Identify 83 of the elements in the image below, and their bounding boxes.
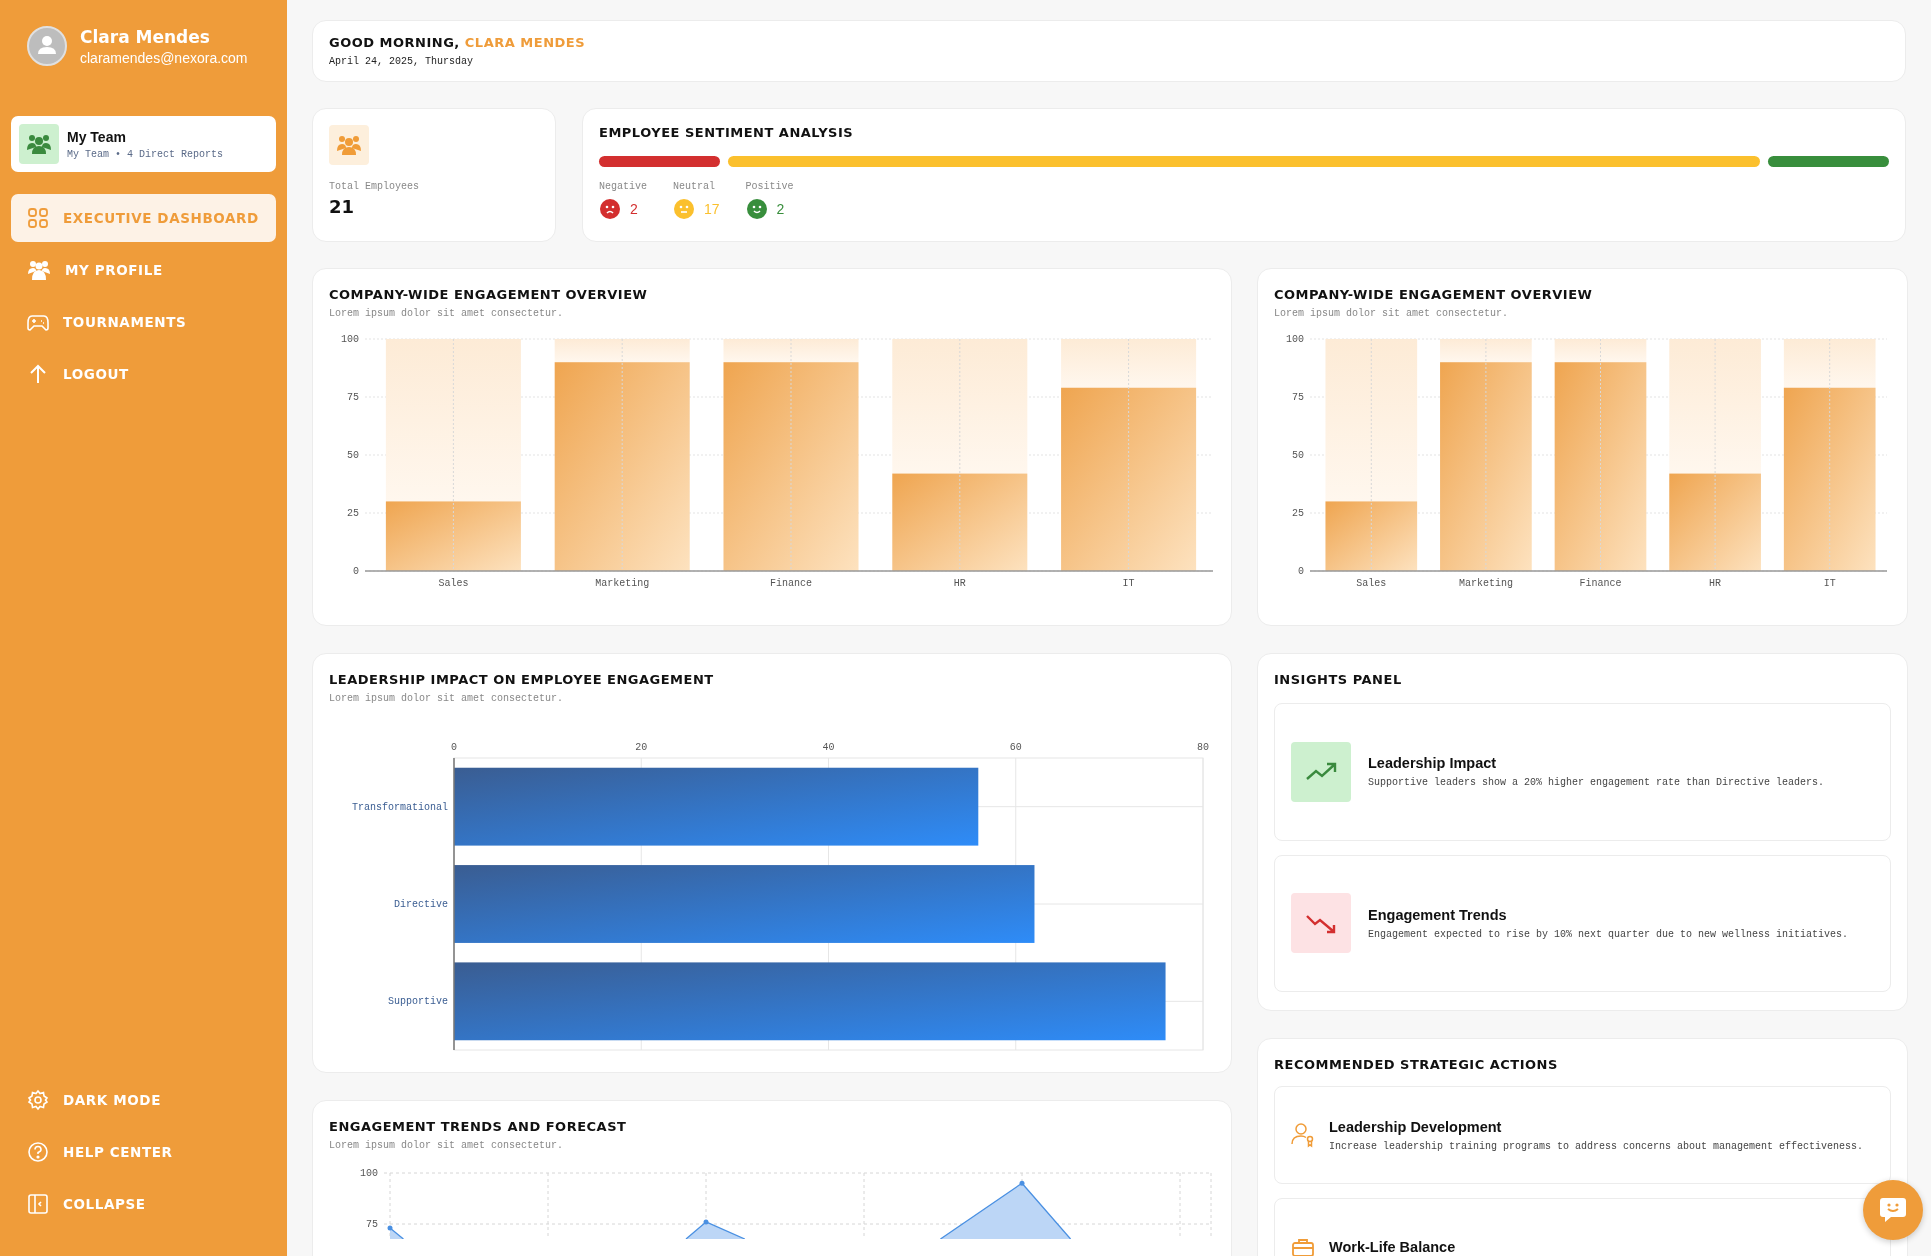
- nav-item[interactable]: LOGOUT: [11, 350, 276, 398]
- user-email: claramendes@nexora.com: [80, 49, 248, 66]
- axis-label: Sales: [1356, 578, 1387, 589]
- legend-label: Negative: [599, 181, 647, 192]
- card-title: ENGAGEMENT TRENDS AND FORECAST: [329, 1119, 628, 1134]
- axis-label: Sales: [438, 578, 469, 589]
- legend-count: 2: [776, 201, 785, 217]
- team-title: My Team: [67, 128, 127, 145]
- axis-label: 0: [1298, 566, 1304, 577]
- axis-label: 0: [353, 566, 359, 577]
- legend-label: Neutral: [673, 181, 717, 192]
- briefcase-icon: [1291, 1237, 1315, 1256]
- axis-label: Marketing: [1458, 578, 1513, 589]
- grid-icon: [27, 207, 49, 229]
- axis-label: 75: [366, 1219, 378, 1230]
- insight-text: Engagement expected to rise by 10% next quarter due to new wellness initiatives.: [1368, 928, 1849, 940]
- axis-label: 20: [635, 742, 648, 753]
- axis-label: Marketing: [595, 578, 650, 589]
- axis-label: 75: [1292, 392, 1304, 403]
- axis-label: Supportive: [388, 996, 448, 1008]
- axis-label: 80: [1197, 742, 1209, 753]
- nav-item[interactable]: TOURNAMENTS: [11, 298, 276, 346]
- people-icon: [27, 259, 51, 281]
- axis-label: IT: [1823, 578, 1836, 589]
- axis-label: 25: [347, 508, 359, 519]
- axis-label: Directive: [394, 899, 448, 910]
- axis-label: 50: [347, 450, 359, 461]
- insight-title: Leadership Impact: [1368, 755, 1498, 772]
- axis-label: 0: [451, 742, 457, 753]
- action-title: Leadership Development: [1329, 1118, 1503, 1135]
- card-title: INSIGHTS PANEL: [1274, 672, 1403, 687]
- axis-label: 40: [822, 742, 835, 753]
- axis-label: 100: [360, 1168, 378, 1179]
- team-subtitle: My Team • 4 Direct Reports: [67, 148, 224, 160]
- card-title: COMPANY-WIDE ENGAGEMENT OVERVIEW: [1274, 287, 1594, 302]
- nav-item[interactable]: HELP CENTER: [11, 1128, 276, 1176]
- legend-label: Positive: [745, 181, 794, 192]
- axis-label: 75: [347, 392, 359, 403]
- trend-up-icon: [1291, 741, 1351, 802]
- chat-icon: [1877, 1195, 1909, 1225]
- action-title: Work-Life Balance: [1329, 1239, 1456, 1255]
- card-subtitle: Lorem ipsum dolor sit amet consectetur.: [329, 308, 565, 319]
- axis-label: 100: [341, 334, 359, 345]
- settings-icon: [27, 1089, 49, 1111]
- axis-label: Finance: [770, 578, 812, 589]
- team-card[interactable]: My Team My Team • 4 Direct Reports: [11, 116, 276, 172]
- insight-title: Engagement Trends: [1368, 906, 1508, 923]
- card-subtitle: Lorem ipsum dolor sit amet consectetur.: [329, 1140, 565, 1151]
- card-title: EMPLOYEE SENTIMENT ANALYSIS: [599, 125, 855, 140]
- axis-label: 50: [1292, 450, 1304, 461]
- date: April 24, 2025, Thursday: [329, 56, 475, 67]
- help-icon: [27, 1141, 49, 1163]
- people-icon: [329, 125, 369, 165]
- person-badge-icon: [1291, 1122, 1315, 1148]
- axis-label: Finance: [1579, 578, 1622, 589]
- user-name: Clara Mendes: [80, 26, 211, 47]
- axis-label: HR: [953, 578, 966, 589]
- card-title: COMPANY-WIDE ENGAGEMENT OVERVIEW: [329, 287, 649, 302]
- trend-down-icon: [1291, 893, 1351, 954]
- axis-label: 100: [1286, 334, 1304, 345]
- card-subtitle: Lorem ipsum dolor sit amet consectetur.: [329, 693, 565, 704]
- greeting: GOOD MORNING, CLARA MENDES: [329, 35, 587, 50]
- card-title: RECOMMENDED STRATEGIC ACTIONS: [1274, 1057, 1559, 1072]
- insight-text: Supportive leaders show a 20% higher engagement rate than Directive leaders.: [1368, 777, 1825, 789]
- axis-label: IT: [1122, 578, 1135, 589]
- avatar-icon: [27, 26, 67, 66]
- axis-label: 25: [1292, 508, 1304, 519]
- action-text: Increase leadership training programs to address concerns about management effectiveness.: [1329, 1140, 1864, 1152]
- nav-item[interactable]: COLLAPSE: [11, 1180, 276, 1228]
- axis-label: 60: [1009, 742, 1022, 753]
- card-subtitle: Lorem ipsum dolor sit amet consectetur.: [1274, 308, 1510, 319]
- legend-count: 17: [704, 201, 720, 217]
- stat-value: 21: [329, 196, 355, 217]
- nav-item[interactable]: EXECUTIVE DASHBOARD: [11, 194, 276, 242]
- nav-item[interactable]: DARK MODE: [11, 1076, 276, 1124]
- axis-label: HR: [1709, 578, 1722, 589]
- nav-item[interactable]: MY PROFILE: [11, 246, 276, 294]
- stat-label: Total Employees: [329, 181, 419, 192]
- card-title: LEADERSHIP IMPACT ON EMPLOYEE ENGAGEMENT: [329, 672, 715, 687]
- sidebar-collapse-icon: [27, 1193, 49, 1215]
- axis-label: Transformational: [352, 801, 448, 813]
- people-icon: [19, 124, 59, 164]
- legend-count: 2: [630, 201, 638, 217]
